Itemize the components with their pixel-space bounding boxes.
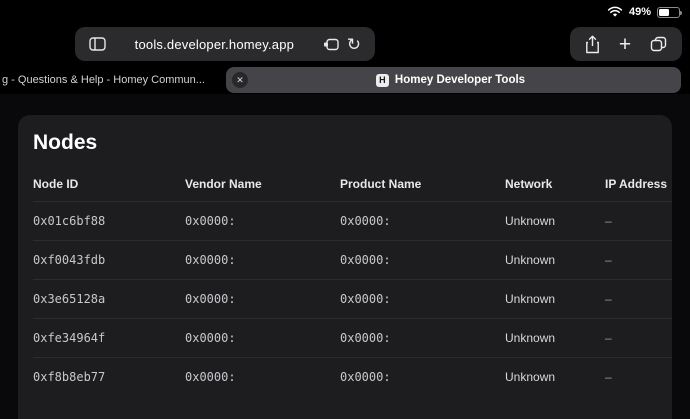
cell-vendor-name: 0x0000: (185, 279, 340, 318)
cell-network: Unknown (505, 318, 605, 357)
cell-product-name: 0x0000: (340, 279, 505, 318)
cell-product-name: 0x0000: (340, 318, 505, 357)
cell-node-id: 0xfe34964f (33, 318, 185, 357)
table-row[interactable]: 0xf0043fdb 0x0000: 0x0000: Unknown – (33, 240, 672, 279)
table-header-row: Node ID Vendor Name Product Name Network… (33, 167, 672, 201)
column-header-network: Network (505, 167, 605, 201)
column-header-vendor-name: Vendor Name (185, 167, 340, 201)
address-bar[interactable]: tools.developer.homey.app ↻ (75, 27, 375, 61)
column-header-node-id: Node ID (33, 167, 185, 201)
nodes-table: Node ID Vendor Name Product Name Network… (33, 167, 672, 396)
new-tab-icon[interactable]: + (615, 34, 635, 55)
cell-node-id: 0xf8b8eb77 (33, 357, 185, 396)
tabs-overview-icon[interactable] (646, 36, 671, 52)
favicon-homey: H (376, 74, 389, 87)
table-row[interactable]: 0xfe34964f 0x0000: 0x0000: Unknown – (33, 318, 672, 357)
table-row[interactable]: 0xf8b8eb77 0x0000: 0x0000: Unknown – (33, 357, 672, 396)
cell-vendor-name: 0x0000: (185, 201, 340, 240)
column-header-product-name: Product Name (340, 167, 505, 201)
wifi-icon (607, 6, 623, 18)
page-content: Nodes Node ID Vendor Name Product Name N… (0, 94, 690, 419)
battery-icon (657, 7, 680, 18)
cell-node-id: 0xf0043fdb (33, 240, 185, 279)
page-title: Nodes (33, 131, 672, 155)
tab-label: Homey Developer Tools (395, 74, 525, 86)
reload-icon[interactable]: ↻ (343, 36, 365, 53)
cell-ip-address: – (605, 201, 672, 240)
cell-product-name: 0x0000: (340, 201, 505, 240)
cell-network: Unknown (505, 240, 605, 279)
cell-ip-address: – (605, 240, 672, 279)
cell-ip-address: – (605, 279, 672, 318)
cell-network: Unknown (505, 279, 605, 318)
tab-homey-developer-tools[interactable]: ✕ H Homey Developer Tools (226, 67, 681, 93)
tab-label: g - Questions & Help - Homey Commun... (0, 74, 205, 86)
table-row[interactable]: 0x3e65128a 0x0000: 0x0000: Unknown – (33, 279, 672, 318)
nodes-card: Nodes Node ID Vendor Name Product Name N… (18, 115, 672, 419)
extensions-icon[interactable] (319, 38, 343, 51)
cell-ip-address: – (605, 357, 672, 396)
column-header-ip-address: IP Address (605, 167, 672, 201)
cell-vendor-name: 0x0000: (185, 357, 340, 396)
share-icon[interactable] (581, 35, 604, 54)
close-tab-icon[interactable]: ✕ (232, 72, 248, 88)
toolbar-right: + (570, 27, 682, 61)
cell-network: Unknown (505, 201, 605, 240)
status-bar: 49% (0, 0, 690, 24)
cell-ip-address: – (605, 318, 672, 357)
cell-node-id: 0x3e65128a (33, 279, 185, 318)
cell-product-name: 0x0000: (340, 240, 505, 279)
table-row[interactable]: 0x01c6bf88 0x0000: 0x0000: Unknown – (33, 201, 672, 240)
sidebar-toggle-icon[interactable] (85, 37, 110, 51)
cell-network: Unknown (505, 357, 605, 396)
url-text[interactable]: tools.developer.homey.app (110, 37, 319, 52)
cell-vendor-name: 0x0000: (185, 318, 340, 357)
battery-percent-label: 49% (629, 6, 651, 18)
cell-product-name: 0x0000: (340, 357, 505, 396)
tab-homey-community[interactable]: g - Questions & Help - Homey Commun... (0, 67, 218, 93)
cell-node-id: 0x01c6bf88 (33, 201, 185, 240)
tab-bar: g - Questions & Help - Homey Commun... ✕… (0, 66, 690, 94)
cell-vendor-name: 0x0000: (185, 240, 340, 279)
